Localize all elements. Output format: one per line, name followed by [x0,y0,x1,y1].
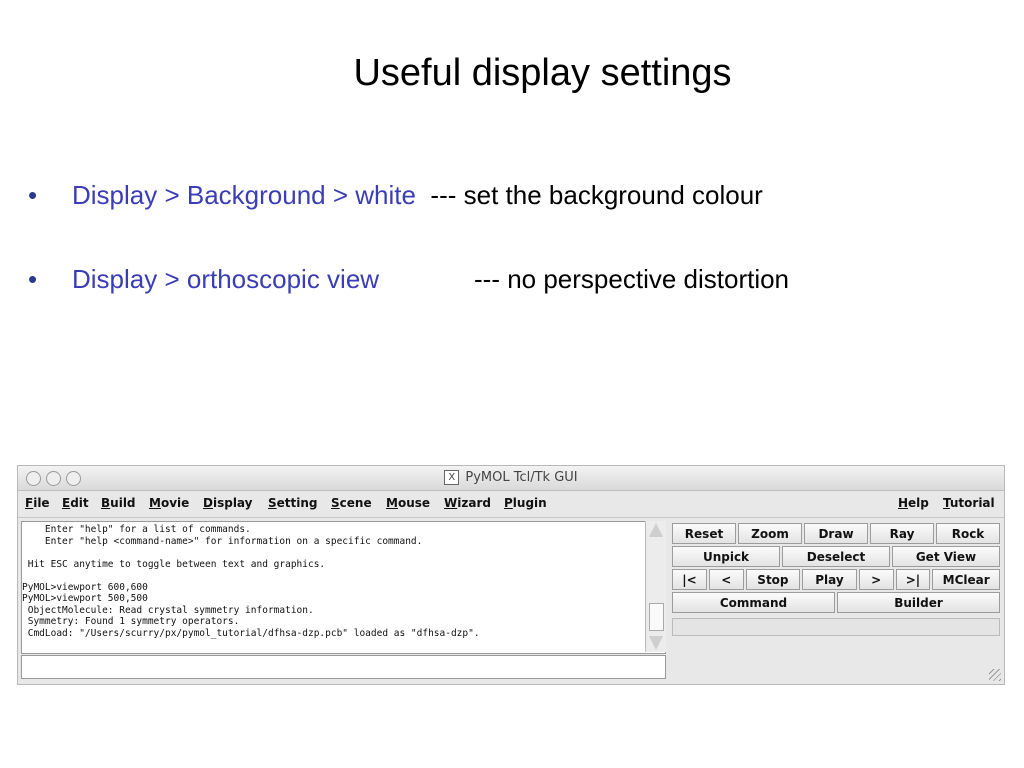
console-line: ​ [22,547,665,559]
menu-path-orthoscopic: Display > orthoscopic view [72,264,380,294]
pymol-window: X PyMOL Tcl/Tk GUI File Edit Build Movie … [17,465,1005,685]
unpick-button[interactable]: Unpick [672,546,780,567]
console-output: Enter "help" for a list of commands. Ent… [21,521,666,654]
menu-plugin[interactable]: Plugin [504,496,547,510]
console-line: CmdLoad: "/Users/scurry/px/pymol_tutoria… [22,627,480,639]
slide-title: Useful display settings [353,52,732,94]
menu-bar: File Edit Build Movie Display Setting Sc… [18,491,1004,518]
resize-grip-icon[interactable] [989,669,1001,681]
menu-setting[interactable]: Setting [268,496,318,510]
bullet-background: • Display > Background > white --- set th… [28,180,763,211]
console-line: Enter "help" for a list of commands. [22,524,251,535]
scroll-thumb[interactable] [649,603,664,631]
menu-wizard[interactable]: Wizard [444,496,491,510]
scroll-up-icon[interactable] [649,523,663,537]
menu-display[interactable]: Display [203,496,252,510]
next-frame-button[interactable]: > [858,569,894,590]
deselect-button[interactable]: Deselect [782,546,890,567]
scroll-down-icon[interactable] [649,636,663,650]
rock-button[interactable]: Rock [936,523,1000,544]
bullet-marker: • [28,264,38,294]
console-line: PyMOL>viewport 600,600 [22,581,148,593]
status-field [672,618,1000,636]
reset-button[interactable]: Reset [672,523,736,544]
console-line: Symmetry: Found 1 symmetry operators. [22,616,240,627]
bullet-description: --- no perspective distortion [474,264,790,294]
window-title: PyMOL Tcl/Tk GUI [465,470,578,485]
stop-button[interactable]: Stop [745,569,801,590]
bullet-marker: • [28,180,38,210]
console-line: Hit ESC anytime to toggle between text a… [22,558,326,570]
mclear-button[interactable]: MClear [932,569,1000,590]
menu-path-background: Display > Background > white [72,180,416,210]
menu-tutorial[interactable]: Tutorial [943,496,995,510]
button-panel: Reset Zoom Draw Ray Rock Unpick Deselect… [672,523,1000,615]
play-button[interactable]: Play [802,569,857,590]
get-view-button[interactable]: Get View [892,546,1000,567]
menu-file[interactable]: File [25,496,50,510]
builder-button[interactable]: Builder [837,592,1000,613]
ray-button[interactable]: Ray [870,523,934,544]
command-button[interactable]: Command [672,592,835,613]
console-line: ObjectMolecule: Read crystal symmetry in… [22,604,314,616]
menu-mouse[interactable]: Mouse [386,496,430,510]
menu-edit[interactable]: Edit [62,496,89,510]
console-scrollbar[interactable] [645,521,666,652]
console-line: Enter "help <command-name>" for informat… [22,535,423,547]
first-frame-button[interactable]: |< [672,569,707,590]
command-input[interactable] [21,655,666,679]
bullet-description: --- set the background colour [430,180,763,210]
x11-icon: X [444,470,460,485]
menu-build[interactable]: Build [101,496,136,510]
console-line: ​ [22,570,665,582]
menu-scene[interactable]: Scene [331,496,372,510]
prev-frame-button[interactable]: < [708,569,744,590]
window-titlebar[interactable]: X PyMOL Tcl/Tk GUI [18,466,1004,491]
console-line: PyMOL>viewport 500,500 [22,593,148,604]
bullet-orthoscopic: • Display > orthoscopic view --- no perspe… [28,264,789,295]
draw-button[interactable]: Draw [804,523,868,544]
menu-movie[interactable]: Movie [149,496,189,510]
menu-help[interactable]: Help [898,496,929,510]
last-frame-button[interactable]: >| [895,569,931,590]
zoom-button[interactable]: Zoom [738,523,802,544]
